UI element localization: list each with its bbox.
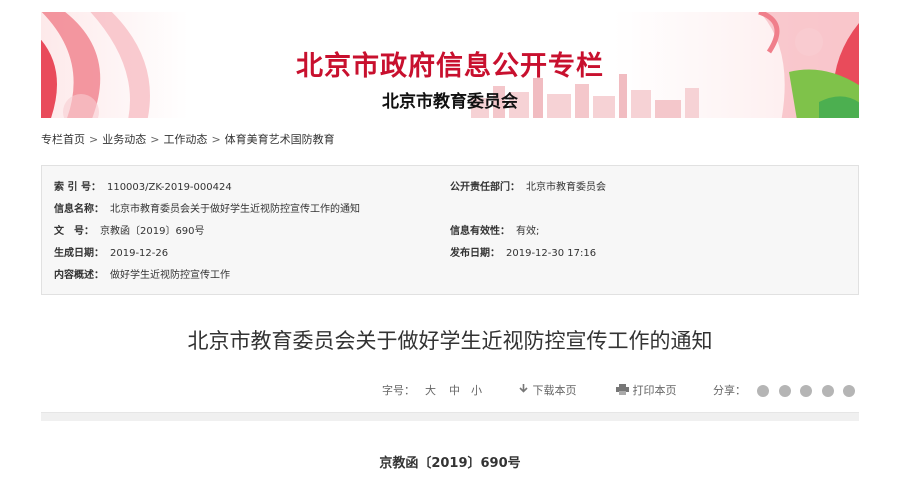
meta-owner-label: 公开责任部门： — [450, 182, 520, 193]
breadcrumb-home[interactable]: 专栏首页 — [41, 133, 85, 146]
breadcrumb: 专栏首页 > 业务动态 > 工作动态 > 体育美育艺术国防教育 — [41, 131, 859, 149]
section-divider — [41, 412, 859, 421]
breadcrumb-sports-education[interactable]: 体育美育艺术国防教育 — [225, 133, 335, 146]
share-qq-icon[interactable] — [821, 385, 834, 397]
meta-summary-label: 内容概述： — [54, 270, 104, 281]
meta-index-label: 索 引 号： — [54, 182, 101, 193]
article-toolbar: 字号： 大 中 小 下载本页 打印本页 分享： — [41, 382, 859, 400]
print-button[interactable]: 打印本页 — [616, 382, 677, 400]
meta-name-label: 信息名称： — [54, 204, 104, 215]
meta-validity-value: 有效; — [516, 226, 540, 237]
header-banner: 北京市政府信息公开专栏 北京市教育委员会 — [41, 12, 859, 118]
banner-subtitle: 北京市教育委员会 — [382, 92, 518, 112]
meta-index-value: 110003/ZK-2019-000424 — [106, 182, 232, 193]
print-label: 打印本页 — [632, 384, 677, 397]
document-number: 京教函〔2019〕690号 — [379, 456, 521, 471]
share-wechat-icon[interactable] — [778, 385, 791, 397]
meta-name-row: 信息名称： 北京市教育委员会关于做好学生近视防控宣传工作的通知 — [54, 202, 360, 218]
download-label: 下载本页 — [532, 384, 577, 397]
share-label: 分享： — [713, 384, 746, 397]
meta-created-row: 生成日期： 2019-12-26 — [54, 246, 168, 262]
share-plus-icon[interactable] — [757, 385, 769, 397]
font-medium-button[interactable]: 中 — [449, 382, 460, 400]
meta-validity-row: 信息有效性： 有效; — [450, 224, 539, 240]
meta-docno-label: 文 号： — [54, 226, 94, 237]
meta-created-value: 2019-12-26 — [110, 248, 169, 259]
font-large-button[interactable]: 大 — [425, 382, 436, 400]
meta-created-label: 生成日期： — [54, 248, 104, 259]
meta-owner-row: 公开责任部门： 北京市教育委员会 — [450, 180, 606, 196]
breadcrumb-separator: > — [211, 133, 221, 146]
breadcrumb-work-news[interactable]: 工作动态 — [163, 133, 207, 146]
meta-name-value: 北京市教育委员会关于做好学生近视防控宣传工作的通知 — [110, 204, 360, 215]
print-icon — [616, 384, 629, 395]
breadcrumb-separator: > — [150, 133, 160, 146]
breadcrumb-business[interactable]: 业务动态 — [102, 133, 146, 146]
meta-published-value: 2019-12-30 17:16 — [506, 248, 597, 259]
download-icon — [519, 384, 528, 393]
meta-summary-value: 做好学生近视防控宣传工作 — [110, 270, 230, 281]
meta-validity-label: 信息有效性： — [450, 226, 510, 237]
share-icons — [751, 382, 855, 400]
share-weibo-icon[interactable] — [800, 385, 812, 397]
document-meta-box: 索 引 号： 110003/ZK-2019-000424 公开责任部门： 北京市教育… — [41, 165, 859, 295]
meta-summary-row: 内容概述： 做好学生近视防控宣传工作 — [54, 268, 230, 284]
banner-title: 北京市政府信息公开专栏 — [296, 51, 604, 82]
meta-published-label: 发布日期： — [450, 248, 500, 259]
font-size-label: 字号： — [382, 384, 415, 397]
document-title: 北京市教育委员会关于做好学生近视防控宣传工作的通知 — [187, 329, 713, 353]
meta-index-row: 索 引 号： 110003/ZK-2019-000424 — [54, 180, 232, 196]
breadcrumb-separator: > — [89, 133, 99, 146]
meta-published-row: 发布日期： 2019-12-30 17:16 — [450, 246, 596, 262]
meta-owner-value: 北京市教育委员会 — [526, 182, 606, 193]
download-button[interactable]: 下载本页 — [518, 382, 577, 400]
meta-docno-value: 京教函〔2019〕690号 — [100, 226, 205, 237]
font-small-button[interactable]: 小 — [471, 382, 482, 400]
meta-docno-row: 文 号： 京教函〔2019〕690号 — [54, 224, 205, 240]
share-qzone-icon[interactable] — [843, 385, 855, 397]
